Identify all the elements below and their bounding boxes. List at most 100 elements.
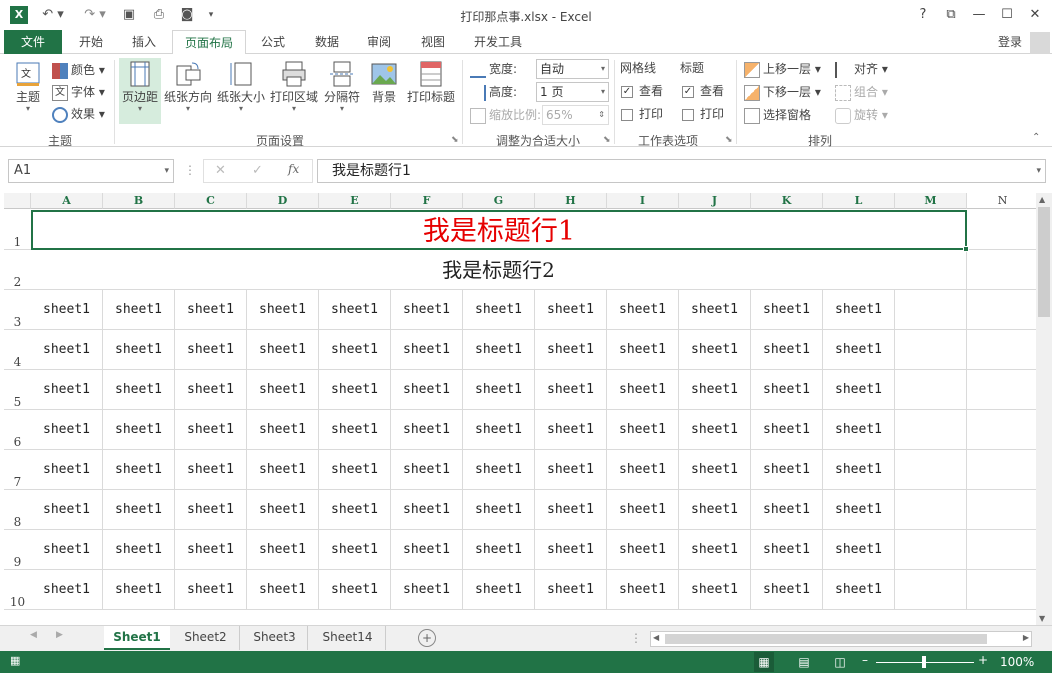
tab-file[interactable]: 文件 bbox=[4, 30, 62, 54]
login-link[interactable]: 登录 bbox=[990, 30, 1030, 54]
column-header[interactable]: I bbox=[607, 193, 679, 209]
ribbon-display-icon[interactable]: ⧉ bbox=[940, 5, 962, 25]
data-cell[interactable]: sheet1 bbox=[31, 530, 103, 570]
data-cell[interactable]: sheet1 bbox=[607, 570, 679, 610]
data-cell[interactable]: sheet1 bbox=[175, 370, 247, 410]
cell-empty[interactable] bbox=[895, 570, 967, 610]
data-cell[interactable]: sheet1 bbox=[463, 410, 535, 450]
add-sheet-icon[interactable]: + bbox=[418, 629, 436, 647]
data-cell[interactable]: sheet1 bbox=[679, 410, 751, 450]
row-header[interactable]: 10 bbox=[4, 570, 31, 610]
data-cell[interactable]: sheet1 bbox=[175, 570, 247, 610]
data-cell[interactable]: sheet1 bbox=[103, 330, 175, 370]
data-cell[interactable]: sheet1 bbox=[175, 330, 247, 370]
data-cell[interactable]: sheet1 bbox=[679, 490, 751, 530]
data-cell[interactable]: sheet1 bbox=[319, 570, 391, 610]
data-cell[interactable]: sheet1 bbox=[535, 450, 607, 490]
data-cell[interactable]: sheet1 bbox=[391, 410, 463, 450]
width-select[interactable]: 自动 ▾ bbox=[536, 59, 609, 79]
data-cell[interactable]: sheet1 bbox=[319, 490, 391, 530]
spreadsheet-grid[interactable]: ABCDEFGHIJKLMN 1 我是标题行1 2 我是标题行2 3 sheet1 shee… bbox=[4, 193, 1036, 614]
row-header[interactable]: 5 bbox=[4, 370, 31, 410]
height-select[interactable]: 1 页 ▾ bbox=[536, 82, 609, 102]
print-area-button[interactable]: 打印区域 ▾ bbox=[269, 58, 319, 124]
data-cell[interactable]: sheet1 bbox=[823, 410, 895, 450]
data-cell[interactable]: sheet1 bbox=[103, 490, 175, 530]
data-cell[interactable]: sheet1 bbox=[607, 370, 679, 410]
row-header[interactable]: 2 bbox=[4, 250, 31, 290]
data-cell[interactable]: sheet1 bbox=[391, 370, 463, 410]
cell-empty[interactable] bbox=[895, 530, 967, 570]
data-cell[interactable]: sheet1 bbox=[751, 290, 823, 330]
data-cell[interactable]: sheet1 bbox=[535, 530, 607, 570]
data-cell[interactable]: sheet1 bbox=[535, 570, 607, 610]
data-cell[interactable]: sheet1 bbox=[247, 490, 319, 530]
data-cell[interactable]: sheet1 bbox=[103, 290, 175, 330]
data-cell[interactable]: sheet1 bbox=[247, 370, 319, 410]
data-cell[interactable]: sheet1 bbox=[751, 530, 823, 570]
data-cell[interactable]: sheet1 bbox=[535, 330, 607, 370]
data-cell[interactable]: sheet1 bbox=[607, 330, 679, 370]
page-layout-view-icon[interactable]: ▤ bbox=[794, 652, 814, 672]
tab-home[interactable]: 开始 bbox=[68, 30, 114, 54]
data-cell[interactable]: sheet1 bbox=[823, 370, 895, 410]
row-header[interactable]: 7 bbox=[4, 450, 31, 490]
cell-empty[interactable] bbox=[967, 490, 1036, 530]
cell-empty[interactable] bbox=[967, 250, 1036, 290]
cell-empty[interactable] bbox=[967, 370, 1036, 410]
cell-empty[interactable] bbox=[967, 290, 1036, 330]
data-cell[interactable]: sheet1 bbox=[247, 530, 319, 570]
data-cell[interactable]: sheet1 bbox=[103, 410, 175, 450]
row-header[interactable]: 9 bbox=[4, 530, 31, 570]
orientation-button[interactable]: 纸张方向 ▾ bbox=[163, 58, 213, 124]
rotate-button[interactable]: 旋转 ▾ bbox=[835, 105, 888, 125]
column-header[interactable]: B bbox=[103, 193, 175, 209]
data-cell[interactable]: sheet1 bbox=[391, 290, 463, 330]
data-cell[interactable]: sheet1 bbox=[823, 330, 895, 370]
column-header[interactable]: M bbox=[895, 193, 967, 209]
data-cell[interactable]: sheet1 bbox=[679, 370, 751, 410]
send-backward-button[interactable]: 下移一层 ▾ bbox=[744, 82, 821, 102]
select-all-corner[interactable] bbox=[4, 193, 31, 209]
selection-pane-button[interactable]: 选择窗格 bbox=[744, 105, 811, 125]
data-cell[interactable]: sheet1 bbox=[679, 330, 751, 370]
enter-icon[interactable]: ✓ bbox=[252, 163, 263, 178]
page-break-view-icon[interactable]: ◫ bbox=[830, 652, 850, 672]
row-header[interactable]: 4 bbox=[4, 330, 31, 370]
name-box[interactable]: A1 ▾ bbox=[8, 159, 174, 183]
align-button[interactable]: 对齐 ▾ bbox=[835, 59, 888, 79]
data-cell[interactable]: sheet1 bbox=[247, 410, 319, 450]
data-cell[interactable]: sheet1 bbox=[31, 450, 103, 490]
close-icon[interactable]: ✕ bbox=[1024, 5, 1046, 25]
data-cell[interactable]: sheet1 bbox=[751, 370, 823, 410]
group-button[interactable]: 组合 ▾ bbox=[835, 82, 888, 102]
dialog-launcher-icon[interactable]: ⬊ bbox=[451, 135, 459, 145]
data-cell[interactable]: sheet1 bbox=[823, 490, 895, 530]
column-header[interactable]: K bbox=[751, 193, 823, 209]
zoom-level[interactable]: 100% bbox=[1000, 655, 1034, 669]
cell-empty[interactable] bbox=[895, 330, 967, 370]
horizontal-scrollbar[interactable]: ◀ ▶ bbox=[650, 631, 1032, 647]
data-cell[interactable]: sheet1 bbox=[103, 570, 175, 610]
data-cell[interactable]: sheet1 bbox=[103, 370, 175, 410]
row-header[interactable]: 1 bbox=[4, 210, 31, 250]
data-cell[interactable]: sheet1 bbox=[463, 570, 535, 610]
scroll-left-icon[interactable]: ◀ bbox=[30, 630, 37, 640]
vertical-scrollbar[interactable]: ▲ ▼ bbox=[1036, 193, 1052, 625]
data-cell[interactable]: sheet1 bbox=[607, 290, 679, 330]
column-header[interactable]: F bbox=[391, 193, 463, 209]
tab-insert[interactable]: 插入 bbox=[120, 30, 168, 54]
gridlines-print-checkbox[interactable]: 打印 bbox=[621, 104, 663, 124]
cell-empty[interactable] bbox=[895, 450, 967, 490]
data-cell[interactable]: sheet1 bbox=[31, 570, 103, 610]
themes-button[interactable]: 文 主题 ▾ bbox=[10, 58, 46, 124]
cell-empty[interactable] bbox=[967, 450, 1036, 490]
cell-title-row-2[interactable]: 我是标题行2 bbox=[31, 250, 967, 290]
data-cell[interactable]: sheet1 bbox=[463, 330, 535, 370]
data-cell[interactable]: sheet1 bbox=[175, 290, 247, 330]
data-cell[interactable]: sheet1 bbox=[679, 570, 751, 610]
data-cell[interactable]: sheet1 bbox=[247, 290, 319, 330]
data-cell[interactable]: sheet1 bbox=[823, 570, 895, 610]
scroll-right-icon[interactable]: ▶ bbox=[56, 630, 63, 640]
data-cell[interactable]: sheet1 bbox=[535, 370, 607, 410]
